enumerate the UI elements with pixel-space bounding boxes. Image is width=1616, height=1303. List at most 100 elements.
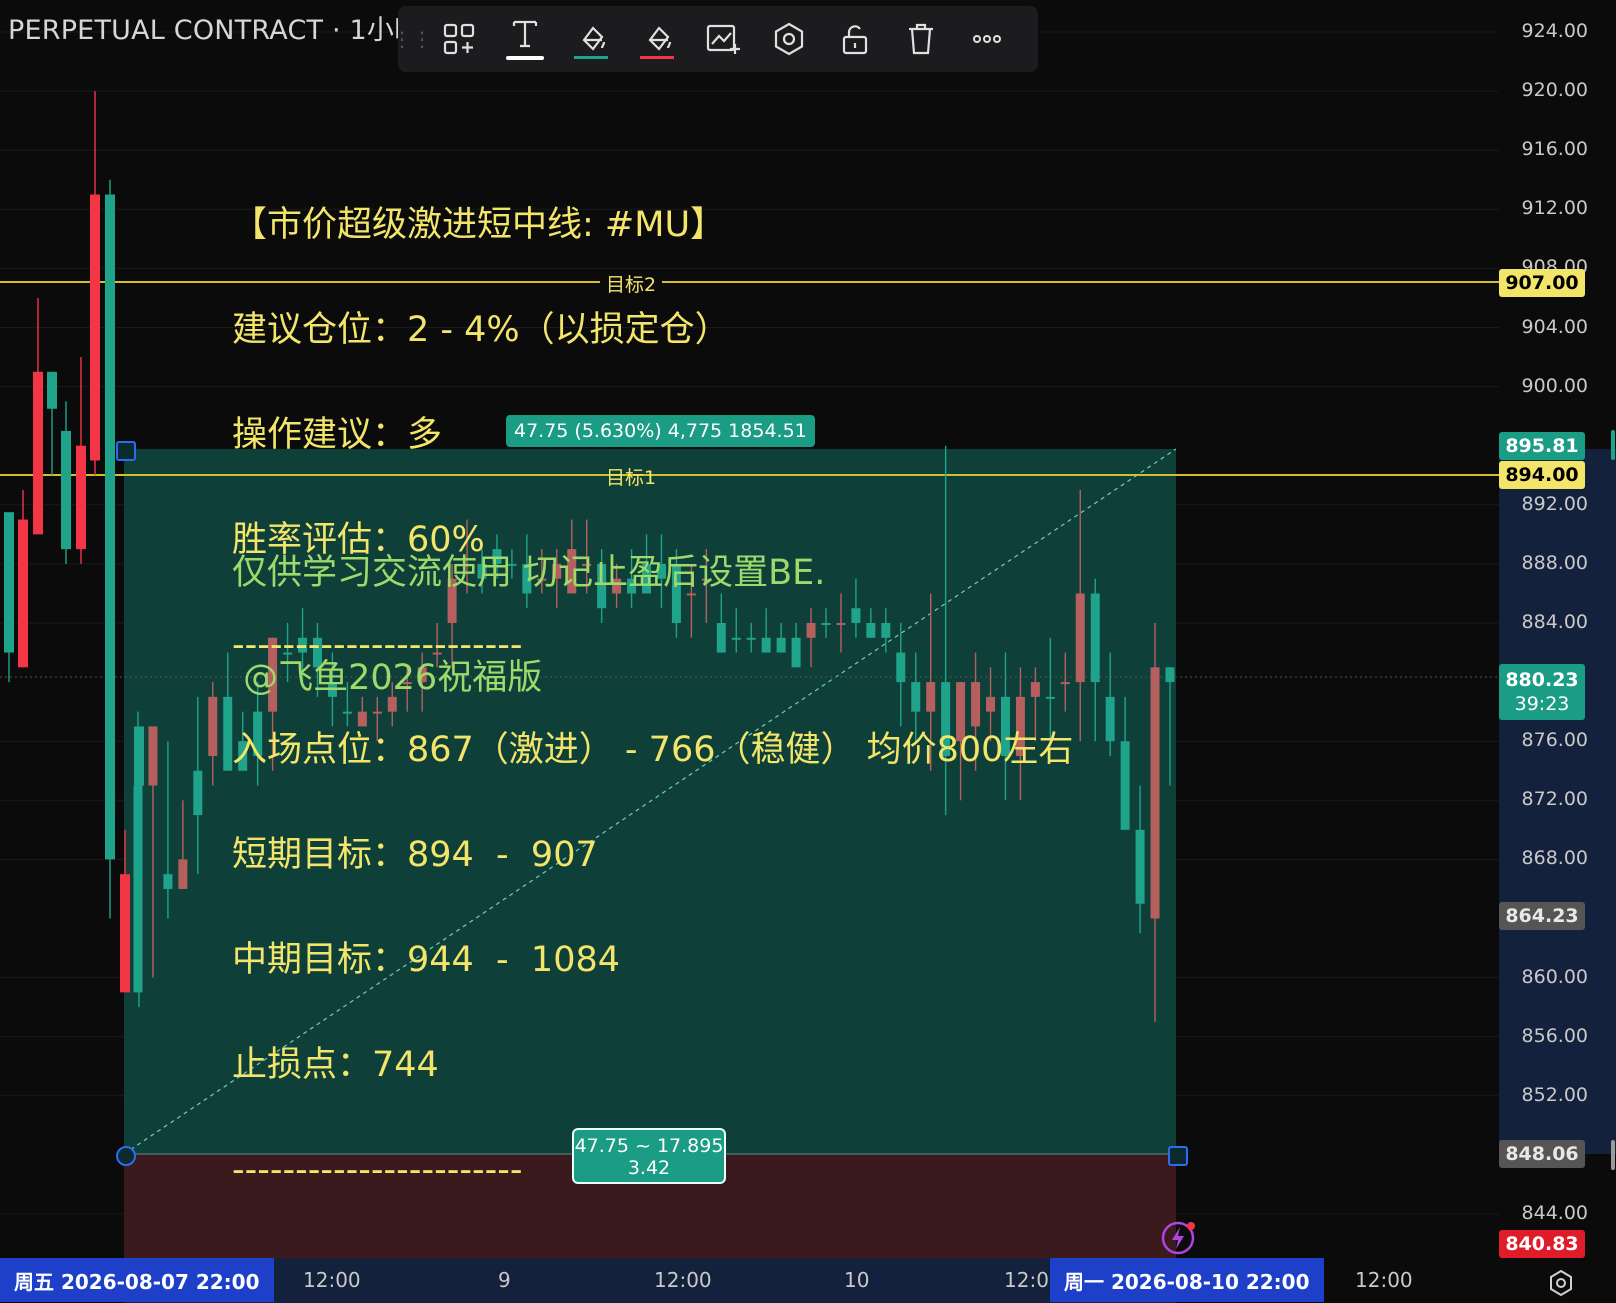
- mid-price-tag: 864.23: [1499, 902, 1585, 930]
- text-icon: [512, 20, 538, 47]
- trash-icon: [909, 23, 933, 55]
- target1-price-tag: 894.00: [1499, 461, 1585, 489]
- price-axis-label: 844.00: [1521, 1202, 1588, 1224]
- target1-label: 目标1: [606, 467, 657, 489]
- candle-body: [47, 371, 57, 409]
- candle-body: [76, 445, 86, 550]
- visibility-hexagon-icon: [774, 22, 804, 56]
- price-axis-label: 892.00: [1521, 492, 1588, 515]
- time-label: 9: [498, 1268, 511, 1292]
- drawing-toolbar: ⋮⋮: [392, 5, 1038, 74]
- fill-bear-icon: [648, 25, 672, 51]
- candle: [18, 490, 28, 668]
- candle-body: [105, 194, 115, 860]
- price-axis-label: 860.00: [1521, 965, 1588, 988]
- candle: [61, 401, 71, 564]
- candle-body: [163, 874, 173, 889]
- candle: [33, 297, 43, 535]
- unlock-icon: [842, 25, 868, 55]
- candle-body: [148, 726, 158, 786]
- candle-body: [133, 785, 143, 993]
- range-start-time-tag: 周五 2026-08-07 22:00: [0, 1258, 274, 1302]
- page-title: PERPETUAL CONTRACT · 1小时 ·: [8, 15, 439, 46]
- candle-body: [1135, 829, 1145, 904]
- price-axis-label: 852.00: [1521, 1083, 1588, 1106]
- target-stats-pill: 47.75 (5.630%) 4,775 1854.51: [506, 415, 815, 447]
- add-widget-button[interactable]: [426, 6, 492, 72]
- candle-body: [134, 726, 144, 786]
- price-axis-label: 924.00: [1521, 20, 1588, 42]
- candle-body: [208, 696, 218, 756]
- annotation-line: 短期目标：894 - 907: [232, 835, 598, 875]
- active-underline: [506, 55, 544, 60]
- candle-body: [33, 371, 43, 535]
- candle-body: [1120, 741, 1130, 830]
- annotation-line: 入场点位：867（激进） - 766（稳健） 均价800左右: [232, 730, 1074, 770]
- time-label: 10: [844, 1268, 870, 1292]
- drag-handle-icon[interactable]: ⋮⋮: [392, 6, 432, 72]
- candle-body: [1090, 593, 1100, 683]
- candle: [4, 512, 14, 683]
- delete-button[interactable]: [888, 6, 954, 72]
- low-price-tag: 840.83: [1499, 1230, 1585, 1258]
- lock-button[interactable]: [822, 6, 888, 72]
- candle-body: [18, 519, 28, 668]
- disclaimer-text[interactable]: 仅供学习交流使用 切记止盈后设置BE. @飞鱼2026祝福版: [232, 486, 825, 731]
- price-scale-scrollbar-2[interactable]: [1611, 1140, 1615, 1170]
- time-label: 12:00: [1355, 1268, 1413, 1292]
- visibility-button[interactable]: [756, 6, 822, 72]
- price-axis-label: 904.00: [1521, 315, 1588, 338]
- add-alert-button[interactable]: [690, 6, 756, 72]
- position-handle-top-left[interactable]: [116, 441, 136, 461]
- more-button[interactable]: [954, 6, 1020, 72]
- position-handle-bottom-left[interactable]: [116, 1146, 136, 1166]
- price-axis-label: 920.00: [1521, 79, 1588, 102]
- price-axis-label: 916.00: [1521, 138, 1588, 161]
- time-label: 12:00: [654, 1268, 712, 1292]
- candle-body: [1150, 667, 1160, 919]
- candle-body: [193, 770, 203, 816]
- position-handle-bottom-right[interactable]: [1168, 1146, 1188, 1166]
- price-axis-label: 872.00: [1521, 788, 1588, 811]
- fill-bull-button[interactable]: [558, 6, 624, 72]
- candle-body: [223, 696, 233, 771]
- bear-color-swatch: [640, 55, 674, 59]
- candle-body: [4, 512, 14, 653]
- risk-reward-ratio: 3.42: [627, 1157, 671, 1179]
- position-stats-line: 47.75 ~ 17.895: [574, 1135, 724, 1157]
- position-top-price-tag: 895.81: [1499, 432, 1585, 460]
- fill-bear-button[interactable]: [624, 6, 690, 72]
- price-axis-label: 912.00: [1521, 197, 1588, 220]
- candle-body: [61, 430, 71, 550]
- price-axis-label: 888.00: [1521, 551, 1588, 574]
- annotation-line: 【市价超级激进短中线: #MU】: [232, 205, 726, 245]
- target2-price-tag: 907.00: [1499, 269, 1585, 297]
- current-price-tag: 880.23 39:23: [1499, 664, 1585, 720]
- range-end-time-tag: 周一 2026-08-10 22:00: [1050, 1258, 1324, 1302]
- candle-body: [120, 874, 130, 993]
- candle-body: [90, 194, 100, 461]
- entry-price-tag: 848.06: [1499, 1140, 1585, 1168]
- text-tool-button[interactable]: [492, 5, 558, 74]
- annotation-line: 建议仓位：2 - 4%（以损定仓）: [232, 310, 730, 350]
- position-stats-pill: 47.75 ~ 17.895 3.42: [572, 1128, 726, 1184]
- price-scale-scrollbar[interactable]: [1611, 430, 1615, 460]
- lightning-icon[interactable]: [1160, 1218, 1200, 1258]
- disclaimer-line: 仅供学习交流使用 切记止盈后设置BE.: [232, 553, 826, 593]
- fill-bull-icon: [582, 25, 606, 51]
- price-axis-label: 876.00: [1521, 729, 1588, 752]
- price-axis-label: 884.00: [1521, 611, 1588, 633]
- time-label: 12:00: [303, 1268, 361, 1292]
- candle-body: [178, 859, 188, 889]
- annotation-line: 中期目标：944 - 1084: [232, 940, 621, 980]
- signature-line: @飞鱼2026祝福版: [232, 658, 543, 698]
- candle-body: [1105, 696, 1115, 742]
- price-axis-label: 856.00: [1521, 1024, 1588, 1047]
- axis-settings-icon[interactable]: [1546, 1268, 1576, 1298]
- candle-body: [1165, 667, 1175, 683]
- candle: [105, 179, 115, 919]
- bull-color-swatch: [574, 55, 608, 59]
- price-axis-label: 900.00: [1521, 374, 1588, 397]
- more-icon: [973, 35, 1001, 43]
- current-price: 880.23: [1505, 669, 1579, 691]
